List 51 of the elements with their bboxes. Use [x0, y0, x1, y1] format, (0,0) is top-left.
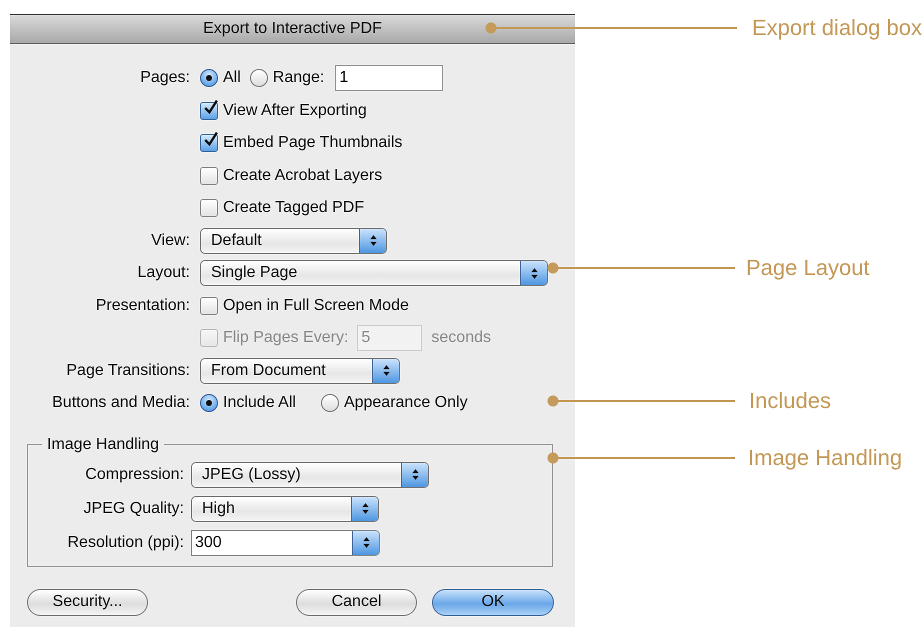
ok-button[interactable]: OK	[432, 588, 554, 616]
callout-label: Page Layout	[746, 254, 870, 282]
dialog-button[interactable]: Security...	[27, 588, 148, 616]
radio-label: Appearance Only	[344, 394, 468, 412]
radio-label: Range:	[272, 69, 324, 88]
window-title: Export to Interactive PDF	[203, 20, 382, 38]
checkbox-label: Open in Full Screen Mode	[223, 296, 409, 315]
stepper-arrows-icon	[359, 228, 386, 253]
group-title: Image Handling	[46, 436, 160, 454]
layout-dropdown[interactable]: Single Page	[200, 260, 548, 286]
checkbox-label: View After Exporting	[223, 102, 367, 120]
callout-label: Image Handling	[748, 444, 902, 472]
checkbox[interactable]	[200, 134, 218, 152]
field-label: Compression:	[84, 466, 184, 484]
field-label: Buttons and Media:	[51, 394, 191, 412]
view-dropdown[interactable]: Default	[200, 228, 387, 254]
radio-label: All	[223, 69, 241, 88]
checkbox[interactable]	[200, 166, 218, 185]
dropdown[interactable]: High	[191, 496, 379, 522]
field-label: Layout:	[136, 264, 191, 282]
stepper-arrows-icon	[372, 358, 399, 383]
stepper-arrows-icon	[352, 530, 379, 554]
dialog-button[interactable]: Cancel	[296, 588, 417, 616]
radio-button[interactable]	[250, 69, 268, 88]
radio-label: Include All	[223, 394, 296, 412]
callout-label: Export dialog box	[752, 14, 922, 42]
field-label: Page Transitions:	[65, 362, 191, 380]
field-label: Resolution (ppi):	[66, 534, 184, 552]
checkbox[interactable]	[200, 296, 218, 315]
field-label: JPEG Quality:	[82, 500, 184, 518]
checkbox-label: Create Tagged PDF	[223, 199, 364, 218]
checkbox-label: Flip Pages Every:	[223, 329, 348, 348]
field-label: Pages:	[139, 69, 191, 88]
radio-button[interactable]	[320, 394, 339, 412]
dropdown[interactable]: JPEG (Lossy)	[191, 462, 429, 488]
range-field[interactable]: 1	[335, 65, 444, 92]
field-label: View:	[150, 232, 191, 250]
unit-label: seconds	[431, 329, 491, 348]
transitions-dropdown[interactable]: From Document	[200, 358, 400, 384]
checkbox-label: Create Acrobat Layers	[223, 166, 382, 185]
stepper-arrows-icon	[351, 496, 378, 520]
checkbox[interactable]	[200, 102, 218, 120]
combo-box[interactable]: 300	[191, 530, 380, 556]
stepper-arrows-icon	[401, 462, 428, 486]
checkbox-label: Embed Page Thumbnails	[223, 134, 402, 152]
checkbox[interactable]	[200, 199, 218, 218]
stepper-arrows-icon	[520, 261, 547, 286]
field-label: Presentation:	[94, 296, 191, 315]
callout-label: Includes	[749, 387, 831, 415]
radio-button[interactable]	[200, 394, 218, 412]
radio-button[interactable]	[200, 69, 218, 88]
